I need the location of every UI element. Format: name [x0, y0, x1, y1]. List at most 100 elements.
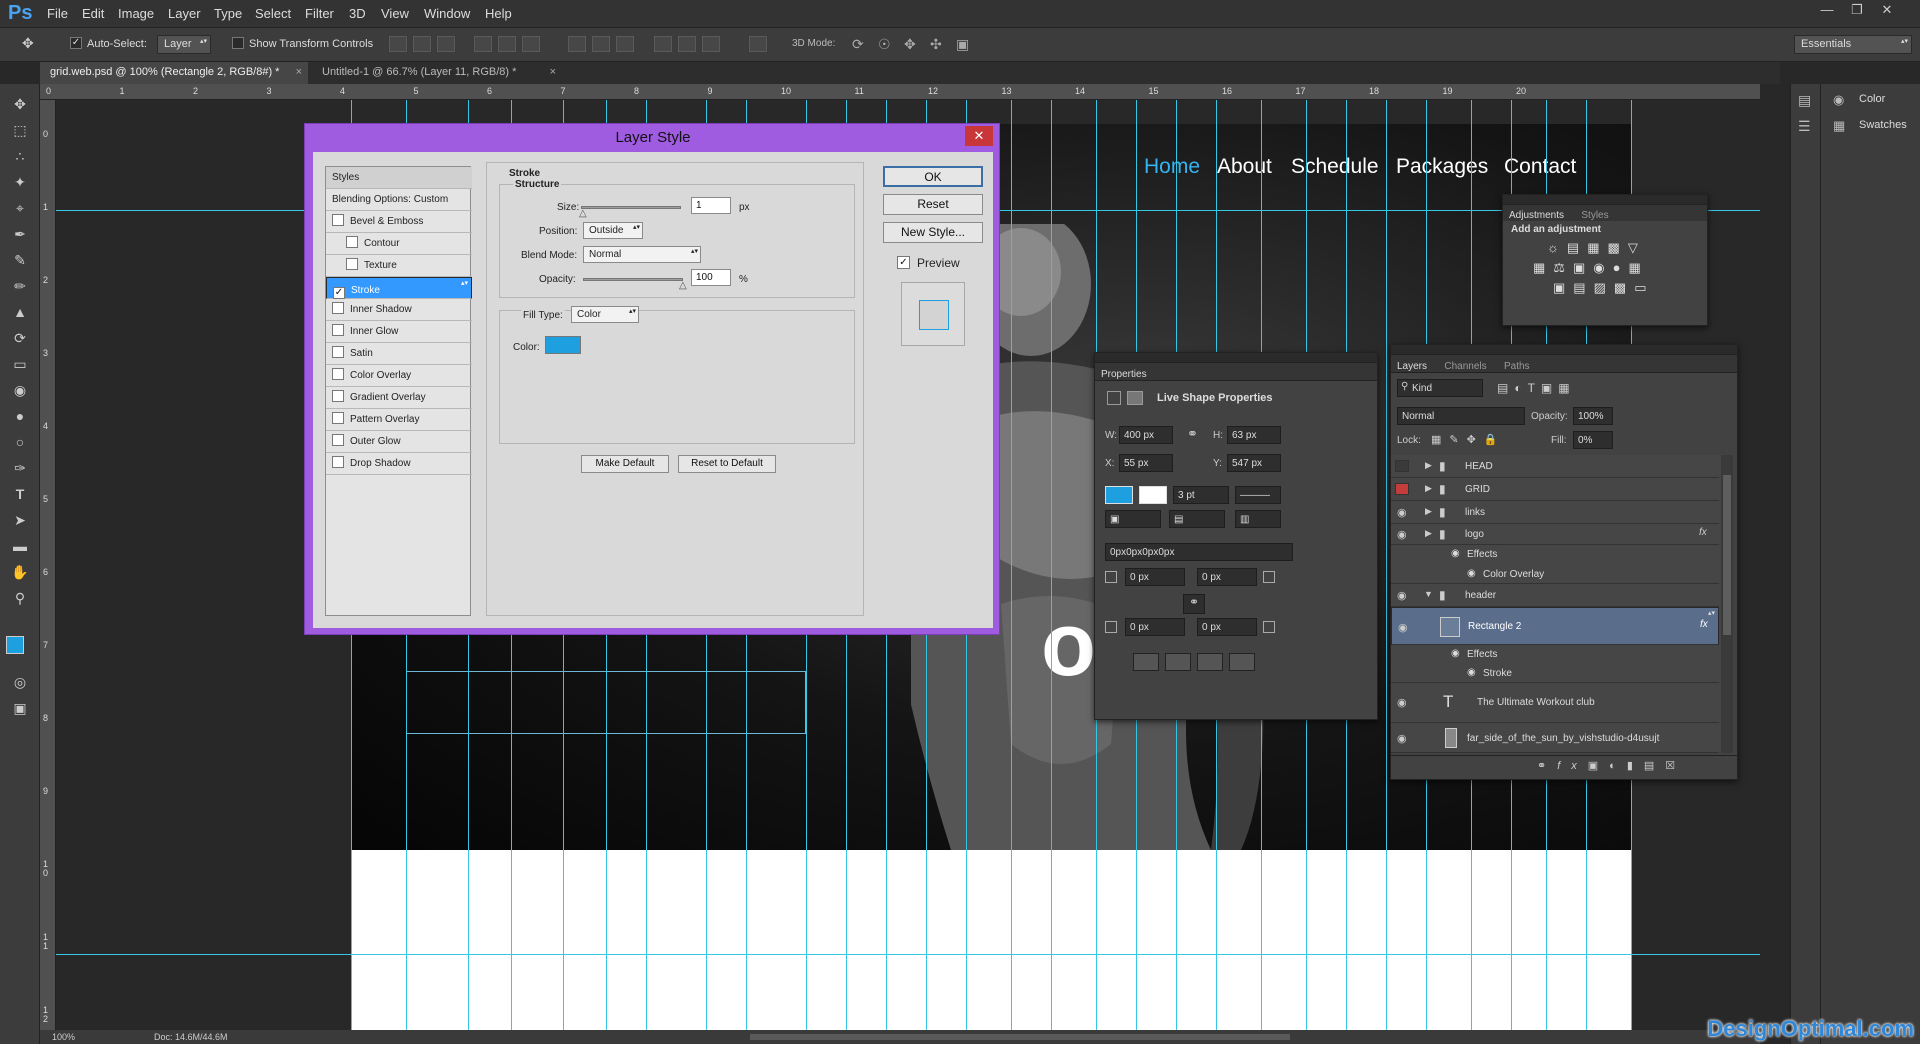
clone-stamp-tool-icon[interactable]: ▲ — [8, 302, 32, 322]
tab-channels[interactable]: Channels — [1444, 361, 1486, 372]
path-combine-icon[interactable] — [1133, 653, 1159, 671]
stroke-corners-dropdown[interactable]: ▥ — [1235, 510, 1281, 528]
dodge-tool-icon[interactable]: ○ — [8, 432, 32, 452]
color-balance-icon[interactable]: ⚖ — [1553, 260, 1573, 275]
path-intersect-icon[interactable] — [1197, 653, 1223, 671]
corner-bl-field[interactable]: 0 px — [1125, 618, 1185, 636]
mask-properties-icon[interactable] — [1127, 391, 1143, 405]
corner-tr-field[interactable]: 0 px — [1197, 568, 1257, 586]
properties-panel-icon[interactable]: ☰ — [1798, 118, 1811, 135]
3d-scale-icon[interactable]: ▣ — [956, 36, 969, 53]
checkbox-checked[interactable]: ✓ — [333, 287, 345, 299]
path-select-tool-icon[interactable]: ➤ — [8, 510, 32, 530]
zoom-level[interactable]: 100% — [52, 1032, 75, 1042]
menu-image[interactable]: Image — [118, 6, 154, 21]
layer-row-grid[interactable]: ▶ ▮ GRID — [1391, 478, 1719, 501]
type-tool-icon[interactable]: T — [8, 484, 32, 504]
style-pattern-overlay[interactable]: Pattern Overlay — [326, 409, 472, 431]
height-field[interactable]: 63 px — [1227, 426, 1281, 444]
photo-filter-icon[interactable]: ◉ — [1593, 260, 1612, 275]
horizontal-scrollbar[interactable] — [750, 1034, 1290, 1040]
opacity-slider-thumb[interactable]: △ — [679, 280, 687, 291]
align-top-icon[interactable] — [389, 36, 407, 52]
threshold-icon[interactable]: ▨ — [1594, 280, 1614, 295]
foreground-color-swatch[interactable] — [6, 636, 24, 654]
style-bevel-emboss[interactable]: Bevel & Emboss — [326, 211, 472, 233]
filter-kind-dropdown[interactable]: Kind — [1397, 379, 1483, 397]
align-vcenter-icon[interactable] — [413, 36, 431, 52]
eyedropper-tool-icon[interactable]: ✒ — [8, 224, 32, 244]
expand-arrow-icon[interactable]: ▶ — [1425, 460, 1432, 471]
auto-select-dropdown[interactable]: Layer — [157, 35, 211, 54]
quick-select-tool-icon[interactable]: ✦ — [8, 172, 32, 192]
dialog-close-button[interactable]: ✕ — [965, 126, 993, 146]
corner-tl-field[interactable]: 0 px — [1125, 568, 1185, 586]
checkbox[interactable] — [332, 390, 344, 402]
preview-checkbox[interactable]: ✓ — [897, 256, 910, 269]
position-dropdown[interactable]: Outside — [583, 222, 643, 239]
minimize-button[interactable]: — — [1815, 2, 1839, 20]
move-tool-icon[interactable]: ✥ — [22, 35, 34, 52]
effects-eye-icon[interactable]: ◉ — [1451, 648, 1460, 659]
tab-adjustments[interactable]: Adjustments — [1509, 210, 1564, 221]
style-color-overlay[interactable]: Color Overlay — [326, 365, 472, 387]
effect-stroke-row[interactable]: ◉ Stroke — [1391, 663, 1719, 683]
collapse-arrow-icon[interactable]: ▼ — [1424, 589, 1433, 599]
distribute-right-icon[interactable] — [702, 36, 720, 52]
bw-icon[interactable]: ▣ — [1573, 260, 1593, 275]
channel-mixer-icon[interactable]: ● — [1613, 260, 1629, 275]
align-left-icon[interactable] — [474, 36, 492, 52]
3d-roll-icon[interactable]: ☉ — [878, 36, 891, 53]
path-subtract-icon[interactable] — [1165, 653, 1191, 671]
history-brush-tool-icon[interactable]: ⟳ — [8, 328, 32, 348]
curves-icon[interactable]: ▦ — [1587, 240, 1607, 255]
styles-header[interactable]: Styles — [326, 167, 472, 189]
effect-eye-icon[interactable]: ◉ — [1467, 568, 1476, 579]
checkbox[interactable] — [332, 368, 344, 380]
link-dimensions-icon[interactable]: ⚭ — [1187, 426, 1198, 442]
selective-color-icon[interactable]: ▩ — [1614, 280, 1634, 295]
hand-tool-icon[interactable]: ✋ — [8, 562, 32, 582]
layer-row-photo[interactable]: ◉ far_side_of_the_sun_by_vishstudio-d4us… — [1391, 723, 1719, 753]
zoom-tool-icon[interactable]: ⚲ — [8, 588, 32, 608]
color-lookup-icon[interactable]: ▦ — [1628, 260, 1648, 275]
distribute-bottom-icon[interactable] — [616, 36, 634, 52]
crop-tool-icon[interactable]: ⌖ — [8, 198, 32, 218]
auto-align-icon[interactable] — [749, 36, 767, 52]
checkbox[interactable] — [332, 456, 344, 468]
fill-type-dropdown[interactable]: Color — [571, 306, 639, 323]
menu-select[interactable]: Select — [255, 6, 291, 21]
style-texture[interactable]: Texture — [326, 255, 472, 277]
style-contour[interactable]: Contour — [326, 233, 472, 255]
effect-eye-icon[interactable]: ◉ — [1467, 667, 1476, 678]
shape-properties-icon[interactable] — [1107, 391, 1121, 405]
stroke-type-dropdown[interactable]: ——— — [1235, 486, 1281, 504]
menu-window[interactable]: Window — [424, 6, 470, 21]
horizontal-guide[interactable] — [56, 954, 1760, 955]
corner-br-field[interactable]: 0 px — [1197, 618, 1257, 636]
color-panel-icon[interactable]: ◉ — [1833, 92, 1844, 108]
menu-filter[interactable]: Filter — [305, 6, 334, 21]
panel-grip[interactable] — [1095, 353, 1377, 363]
vibrance-icon[interactable]: ▽ — [1628, 240, 1646, 255]
show-transform-checkbox[interactable] — [232, 37, 244, 49]
effects-row[interactable]: ◉ Effects — [1391, 545, 1719, 565]
gradient-map-icon[interactable]: ▭ — [1634, 280, 1654, 295]
checkbox[interactable] — [346, 258, 358, 270]
style-gradient-overlay[interactable]: Gradient Overlay — [326, 387, 472, 409]
tab-grid-web[interactable]: grid.web.psd @ 100% (Rectangle 2, RGB/8#… — [40, 62, 308, 84]
layer-row-links[interactable]: ◉ ▶ ▮ links — [1391, 501, 1719, 524]
reset-button[interactable]: Reset — [883, 194, 983, 215]
screen-mode-icon[interactable]: ▣ — [8, 698, 32, 718]
style-inner-shadow[interactable]: Inner Shadow — [326, 299, 472, 321]
stroke-size-field[interactable]: 3 pt — [1173, 486, 1229, 504]
checkbox[interactable] — [332, 324, 344, 336]
tab-layers[interactable]: Layers — [1397, 361, 1427, 372]
menu-help[interactable]: Help — [485, 6, 512, 21]
brush-tool-icon[interactable]: ✏ — [8, 276, 32, 296]
align-right-icon[interactable] — [522, 36, 540, 52]
shape-fill-swatch[interactable] — [1105, 486, 1133, 504]
invert-icon[interactable]: ▣ — [1553, 280, 1573, 295]
distribute-hcenter-icon[interactable] — [678, 36, 696, 52]
make-default-button[interactable]: Make Default — [581, 455, 669, 473]
